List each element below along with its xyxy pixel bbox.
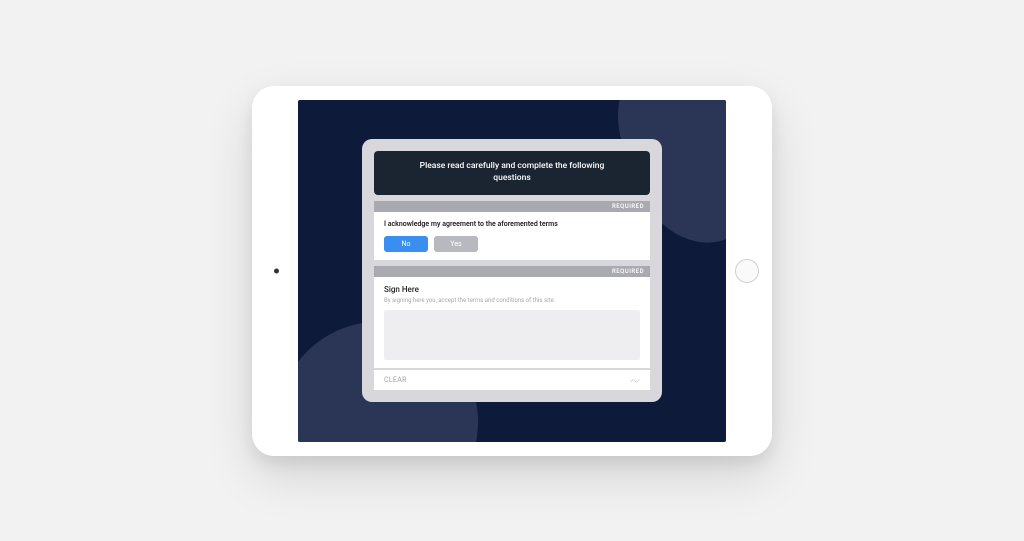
pen-icon [630,376,640,384]
modal-header: Please read carefully and complete the f… [374,151,650,195]
question-body: I acknowledge my agreement to the aforem… [374,212,650,260]
required-badge: REQUIRED [374,266,650,277]
signature-body: Sign Here By signing here you, accept th… [374,277,650,368]
signature-hint: By signing here you, accept the terms an… [384,297,640,304]
required-badge: REQUIRED [374,201,650,212]
question-prompt: I acknowledge my agreement to the aforem… [384,220,640,228]
answer-no-button[interactable]: No [384,236,428,252]
signature-title: Sign Here [384,285,640,294]
acknowledge-question-block: REQUIRED I acknowledge my agreement to t… [374,201,650,260]
questionnaire-modal: Please read carefully and complete the f… [362,139,662,402]
answer-yes-button[interactable]: Yes [434,236,478,252]
answer-options: No Yes [384,236,640,252]
app-screen: Please read carefully and complete the f… [298,100,726,442]
camera-dot [274,268,279,273]
home-button[interactable] [735,259,759,283]
clear-signature-button[interactable]: CLEAR [384,376,407,384]
signature-block: REQUIRED Sign Here By signing here you, … [374,266,650,390]
signature-footer: CLEAR [374,370,650,390]
tablet-frame: Please read carefully and complete the f… [252,86,772,456]
signature-pad[interactable] [384,310,640,360]
